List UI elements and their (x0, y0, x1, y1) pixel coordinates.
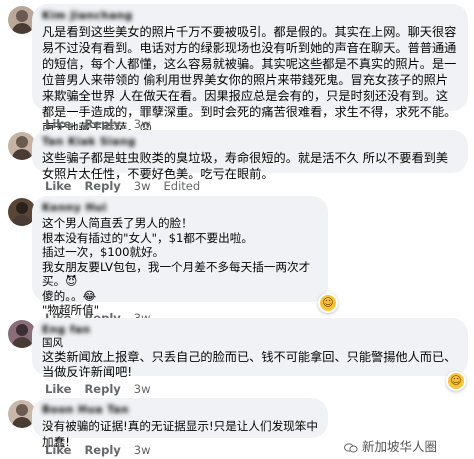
reply-button[interactable]: Reply (84, 117, 120, 131)
comment-author[interactable]: Eng fan (42, 324, 458, 337)
comment-text: 这个男人简直丢了男人的脸！ 根本没有插过的"女人"，$1都不要出啦。 插过一次，… (42, 216, 311, 317)
like-button[interactable]: Like (45, 443, 71, 457)
like-button[interactable]: Like (45, 382, 71, 396)
reply-button[interactable]: Reply (84, 382, 120, 396)
comment-bubble: Tan Kiak Siang 这些骗子都是蛀虫败类的臭垃圾，寿命很短的。就是活不… (32, 130, 468, 181)
comment-actions: Like Reply 3w (45, 117, 160, 131)
watermark: 新加坡华人圈 (344, 436, 438, 455)
comment-bubble: Eng fan 国风 这类新闻放上报章、只丢自己的脸而已、钱不可能拿回、只能警揚… (32, 318, 468, 379)
like-button[interactable]: Like (45, 117, 71, 131)
watermark-text: 新加坡华人圈 (362, 439, 438, 454)
reply-button[interactable]: Reply (84, 179, 120, 193)
comment-bubble: Boon Hua Tan 没有被骗的证据!真的无证据显示!只是让人们发现笨中加蠢… (32, 398, 328, 449)
comment-bubble: Kim Jianchang 凡是看到这些美女的照片千万不要被吸引。都是假的。其实… (32, 4, 468, 135)
reaction-badge[interactable]: ☺ (318, 293, 338, 313)
timestamp[interactable]: 3w (134, 382, 151, 396)
timestamp[interactable]: 3w (134, 179, 151, 193)
edited-label: Edited (163, 179, 201, 193)
comment-text: 这些骗子都是蛀虫败类的臭垃圾，寿命很短的。就是活不久 所以不要看到美女照片太任性… (42, 151, 449, 181)
comment-author-line: 国风 (42, 337, 63, 349)
comment-actions: Like Reply 3w (45, 443, 160, 457)
comment-author[interactable]: Kenny Hui (42, 202, 318, 215)
wechat-icon (344, 442, 358, 452)
comment-author[interactable]: Boon Hua Tan (42, 404, 318, 417)
haha-reaction-icon: ☺ (320, 295, 336, 311)
comment-text: 这类新闻放上报章、只丢自己的脸而已、钱不可能拿回、只能警揚他人而已、当做反许新闻… (42, 350, 457, 379)
timestamp[interactable]: 3w (134, 443, 151, 457)
comment-actions: Like Reply 3w (45, 382, 160, 396)
haha-reaction-icon: ☺ (448, 373, 464, 389)
comment-bubble: Kenny Hui 这个男人简直丢了男人的脸！ 根本没有插过的"女人"，$1都不… (32, 196, 328, 317)
comment-author[interactable]: Tan Kiak Siang (42, 136, 458, 149)
like-button[interactable]: Like (45, 179, 71, 193)
reply-button[interactable]: Reply (84, 443, 120, 457)
comment-author[interactable]: Kim Jianchang (42, 10, 458, 23)
timestamp[interactable]: 3w (134, 117, 151, 131)
comment-actions: Like Reply 3w Edited (45, 179, 209, 193)
reaction-badge[interactable]: ☺ (446, 371, 466, 391)
